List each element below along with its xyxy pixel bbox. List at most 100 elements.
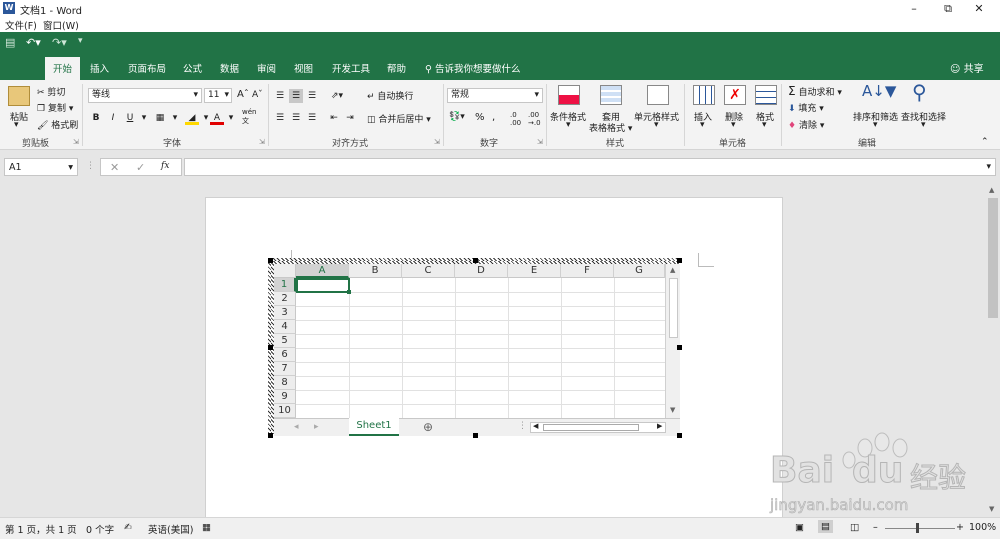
wrap-text-button[interactable]: ↵ 自动换行 <box>367 89 413 102</box>
column-header[interactable]: D <box>455 264 508 278</box>
insert-function-button[interactable]: fx <box>161 161 169 171</box>
underline-dropdown-icon[interactable]: ▾ <box>137 111 151 125</box>
zoom-in-icon[interactable]: + <box>956 522 964 533</box>
tab-page-layout[interactable]: 页面布局 <box>128 61 166 75</box>
alignment-launcher-icon[interactable]: ⇲ <box>434 138 440 146</box>
column-header[interactable]: B <box>349 264 402 278</box>
zoom-level[interactable]: 100% <box>969 522 996 533</box>
underline-button[interactable]: U <box>123 111 137 125</box>
row-header[interactable]: 7 <box>274 362 296 376</box>
scroll-thumb[interactable] <box>669 278 678 338</box>
italic-button[interactable]: I <box>106 111 120 125</box>
clipboard-launcher-icon[interactable]: ⇲ <box>73 138 79 146</box>
borders-dropdown-icon[interactable]: ▾ <box>168 111 182 125</box>
phonetic-icon[interactable]: wén 文 <box>242 108 256 126</box>
column-header[interactable]: F <box>561 264 614 278</box>
find-select-icon[interactable]: ⚲ <box>912 80 927 104</box>
print-layout-icon[interactable]: ▤ <box>818 520 833 533</box>
column-header[interactable]: G <box>614 264 665 278</box>
font-color-dropdown-icon[interactable]: ▾ <box>224 111 238 125</box>
undo-icon[interactable]: ↶▾ <box>26 36 41 49</box>
tab-data[interactable]: 数据 <box>220 61 239 75</box>
restore-button[interactable]: ⧉ <box>931 0 965 17</box>
zoom-slider[interactable] <box>885 528 955 529</box>
redo-icon[interactable]: ↷▾ <box>52 36 67 49</box>
zoom-slider-thumb[interactable] <box>916 523 919 533</box>
row-header[interactable]: 5 <box>274 334 296 348</box>
font-color-icon[interactable]: A <box>210 111 224 125</box>
scroll-up-icon[interactable]: ▲ <box>989 186 994 194</box>
grow-font-icon[interactable]: Aˆ <box>237 89 249 100</box>
align-left-icon[interactable]: ☰ <box>273 111 287 125</box>
customize-qat-icon[interactable]: ▾ <box>78 36 83 46</box>
enter-icon[interactable]: ✓ <box>136 161 145 174</box>
number-format-select[interactable]: 常规 ▾ <box>447 88 543 103</box>
fill-color-icon[interactable]: ◢ <box>185 111 199 125</box>
paste-icon[interactable] <box>8 86 30 106</box>
row-header[interactable]: 2 <box>274 292 296 306</box>
row-header[interactable]: 9 <box>274 390 296 404</box>
clear-button[interactable]: ♦ 清除 ▾ <box>788 118 824 131</box>
comma-style-icon[interactable]: , <box>492 112 495 123</box>
resize-handle[interactable] <box>677 345 682 350</box>
resize-handle[interactable] <box>677 433 682 438</box>
language[interactable]: 英语(美国) <box>148 522 193 536</box>
number-launcher-icon[interactable]: ⇲ <box>537 138 543 146</box>
sort-filter-icon[interactable]: A↓▼ <box>862 82 896 100</box>
font-name-select[interactable]: 等线 ▾ <box>88 88 202 103</box>
tab-home[interactable]: 开始 <box>45 57 81 80</box>
scroll-thumb[interactable] <box>543 424 639 431</box>
embedded-worksheet[interactable]: A B C D E F G 1 2 3 4 5 6 7 8 9 10 ▲ ▼ ◂… <box>268 258 682 438</box>
menu-window[interactable]: 窗口(W) <box>43 18 79 32</box>
align-right-icon[interactable]: ☰ <box>305 111 319 125</box>
resize-handle[interactable] <box>473 433 478 438</box>
collapse-ribbon-icon[interactable]: ⌃ <box>981 137 989 147</box>
format-as-table-icon[interactable] <box>600 85 622 105</box>
resize-handle[interactable] <box>268 433 273 438</box>
resize-handle[interactable] <box>268 258 273 263</box>
cancel-icon[interactable]: ✕ <box>110 161 119 174</box>
row-header[interactable]: 6 <box>274 348 296 362</box>
bold-button[interactable]: B <box>89 111 103 125</box>
tab-view[interactable]: 视图 <box>294 61 313 75</box>
tab-scroll-right-icon[interactable]: ▸ <box>314 422 319 432</box>
scroll-down-icon[interactable]: ▼ <box>670 406 675 414</box>
font-launcher-icon[interactable]: ⇲ <box>259 138 265 146</box>
decrease-indent-icon[interactable]: ⇤ <box>327 111 341 125</box>
tab-help[interactable]: 帮助 <box>387 61 406 75</box>
tab-scroll-left-icon[interactable]: ◂ <box>294 422 299 432</box>
share-button[interactable]: ☺ 共享 <box>950 60 984 75</box>
scroll-left-icon[interactable]: ◀ <box>533 422 538 430</box>
align-middle-icon[interactable]: ☰ <box>289 89 303 103</box>
zoom-out-icon[interactable]: – <box>873 522 878 533</box>
tell-me-search[interactable]: ⚲ 告诉我你想要做什么 <box>425 61 521 75</box>
column-header[interactable]: A <box>296 264 349 278</box>
percent-icon[interactable]: % <box>475 112 485 123</box>
paste-label[interactable]: 粘贴 <box>10 110 28 123</box>
format-painter-button[interactable]: 🖌 格式刷 <box>37 118 78 131</box>
format-as-table-label-2[interactable]: 表格格式 ▾ <box>589 121 632 134</box>
close-button[interactable]: ✕ <box>962 0 996 17</box>
read-mode-icon[interactable]: ▣ <box>795 522 804 533</box>
increase-decimal-icon[interactable]: .0.00 <box>510 111 521 127</box>
fill-button[interactable]: ⬇ 填充 ▾ <box>788 101 824 114</box>
save-icon[interactable]: ▤ <box>5 36 15 49</box>
autosum-button[interactable]: Σ 自动求和 ▾ <box>788 84 842 98</box>
add-sheet-icon[interactable]: ⊕ <box>423 420 433 434</box>
borders-icon[interactable]: ▦ <box>153 111 167 125</box>
sheet-tab-sheet1[interactable]: Sheet1 <box>349 418 399 436</box>
resize-handle[interactable] <box>677 258 682 263</box>
conditional-format-icon[interactable] <box>558 85 580 105</box>
font-size-select[interactable]: 11 ▾ <box>204 88 232 103</box>
scroll-right-icon[interactable]: ▶ <box>657 422 662 430</box>
menu-file[interactable]: 文件(F) <box>5 18 37 32</box>
name-box[interactable]: A1 ▾ <box>4 158 78 176</box>
paste-dropdown-icon[interactable]: ▾ <box>14 120 19 130</box>
insert-cells-icon[interactable] <box>693 85 715 105</box>
orientation-icon[interactable]: ⇗▾ <box>330 89 344 103</box>
copy-button[interactable]: ❐ 复制 ▾ <box>37 101 73 114</box>
shrink-font-icon[interactable]: Aˇ <box>252 90 263 100</box>
align-center-icon[interactable]: ☰ <box>289 111 303 125</box>
row-header[interactable]: 1 <box>274 278 296 292</box>
decrease-decimal-icon[interactable]: .00 →.0 <box>528 111 541 127</box>
